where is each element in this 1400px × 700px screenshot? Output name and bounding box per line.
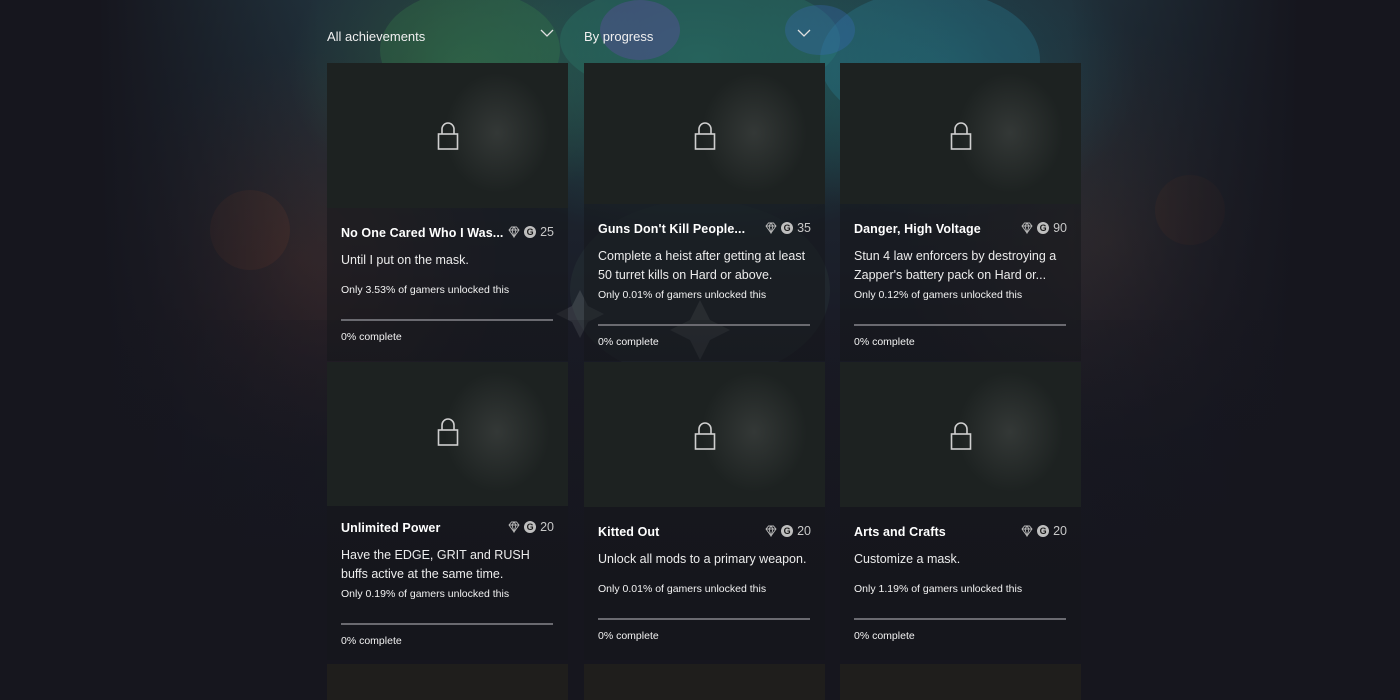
gamerscore-badge: G: [524, 226, 537, 238]
achievement-card[interactable]: [327, 664, 568, 700]
gamerscore-badge: G: [1037, 525, 1050, 537]
progress-label: 0% complete: [341, 635, 402, 647]
achievement-thumbnail: [584, 63, 825, 204]
achievement-score: G 90: [1021, 221, 1067, 235]
achievement-rarity: Only 0.19% of gamers unlocked this: [341, 588, 510, 600]
achievement-score: G 35: [765, 221, 811, 235]
gamerscore-badge: G: [781, 525, 794, 537]
gamerscore-value: 20: [1053, 524, 1067, 538]
achievement-thumbnail: [327, 362, 568, 506]
achievement-description: Have the EDGE, GRIT and RUSH buffs activ…: [341, 548, 530, 581]
chevron-down-icon: [797, 29, 811, 37]
achievement-title: Arts and Crafts: [854, 525, 946, 539]
achievement-rarity: Only 1.19% of gamers unlocked this: [854, 583, 1023, 595]
achievement-card[interactable]: Guns Don't Kill People... G 35 Complete …: [584, 63, 825, 361]
progress-bar: [854, 618, 1066, 620]
diamond-icon: [508, 521, 520, 533]
gamerscore-value: 25: [540, 225, 554, 239]
achievement-title: Danger, High Voltage: [854, 222, 981, 236]
diamond-icon: [765, 525, 777, 537]
progress-label: 0% complete: [598, 630, 659, 642]
achievement-rarity: Only 0.01% of gamers unlocked this: [598, 583, 767, 595]
achievement-thumbnail: [840, 362, 1081, 507]
achievement-score: G 25: [508, 225, 554, 239]
gamerscore-badge: G: [524, 521, 537, 533]
progress-bar: [598, 618, 810, 620]
achievement-title: Kitted Out: [598, 525, 660, 539]
progress-bar: [598, 324, 810, 326]
diamond-icon: [1021, 222, 1033, 234]
gamerscore-value: 90: [1053, 221, 1067, 235]
achievement-description: Stun 4 law enforcers by destroying a Zap…: [854, 249, 1057, 282]
gamerscore-badge: G: [1037, 222, 1050, 234]
achievement-description: Unlock all mods to a primary weapon.: [598, 552, 807, 566]
progress-label: 0% complete: [341, 331, 402, 343]
gamerscore-value: 20: [540, 520, 554, 534]
gamerscore-badge: G: [781, 222, 794, 234]
achievement-description: Complete a heist after getting at least …: [598, 249, 806, 282]
progress-bar: [341, 319, 553, 321]
achievement-thumbnail: [840, 63, 1081, 204]
achievements-page: All achievements By progress No One Care…: [0, 0, 1400, 700]
achievement-thumbnail: [584, 664, 825, 700]
achievement-title: Guns Don't Kill People...: [598, 222, 746, 236]
achievement-rarity: Only 0.12% of gamers unlocked this: [854, 289, 1023, 301]
lock-icon: [694, 122, 716, 150]
achievement-description: Until I put on the mask.: [341, 253, 469, 267]
achievement-card[interactable]: Kitted Out G 20 Unlock all mods to a pri…: [584, 362, 825, 660]
lock-icon: [950, 122, 972, 150]
achievement-card[interactable]: Unlimited Power G 20 Have the EDGE, GRIT…: [327, 362, 568, 660]
progress-bar: [854, 324, 1066, 326]
achievement-description: Customize a mask.: [854, 552, 961, 566]
achievement-rarity: Only 0.01% of gamers unlocked this: [598, 289, 767, 301]
progress-bar: [341, 623, 553, 625]
sort-filter-dropdown[interactable]: By progress: [584, 22, 811, 50]
achievement-card[interactable]: [840, 664, 1081, 700]
lock-icon: [694, 422, 716, 450]
achievement-score: G 20: [1021, 524, 1067, 538]
gamerscore-value: 20: [797, 524, 811, 538]
progress-label: 0% complete: [854, 630, 915, 642]
achievement-thumbnail: [327, 63, 568, 208]
progress-label: 0% complete: [598, 336, 659, 348]
category-filter-dropdown[interactable]: All achievements: [327, 22, 554, 50]
achievement-title: Unlimited Power: [341, 521, 441, 535]
diamond-icon: [1021, 525, 1033, 537]
lock-icon: [437, 122, 459, 150]
achievement-title: No One Cared Who I Was...: [341, 226, 504, 240]
gamerscore-value: 35: [797, 221, 811, 235]
achievement-thumbnail: [840, 664, 1081, 700]
achievement-rarity: Only 3.53% of gamers unlocked this: [341, 284, 510, 296]
chevron-down-icon: [540, 29, 554, 37]
achievement-card[interactable]: [584, 664, 825, 700]
achievement-card[interactable]: No One Cared Who I Was... G 25 Until I p…: [327, 63, 568, 361]
achievement-card[interactable]: Arts and Crafts G 20 Customize a mask. O…: [840, 362, 1081, 660]
achievement-score: G 20: [765, 524, 811, 538]
diamond-icon: [765, 222, 777, 234]
achievement-thumbnail: [327, 664, 568, 700]
diamond-icon: [508, 226, 520, 238]
achievement-score: G 20: [508, 520, 554, 534]
progress-label: 0% complete: [854, 336, 915, 348]
lock-icon: [437, 418, 459, 446]
achievement-card[interactable]: Danger, High Voltage G 90 Stun 4 law enf…: [840, 63, 1081, 361]
achievement-thumbnail: [584, 362, 825, 507]
sort-filter-label: By progress: [584, 28, 654, 44]
category-filter-label: All achievements: [327, 28, 426, 44]
lock-icon: [950, 422, 972, 450]
